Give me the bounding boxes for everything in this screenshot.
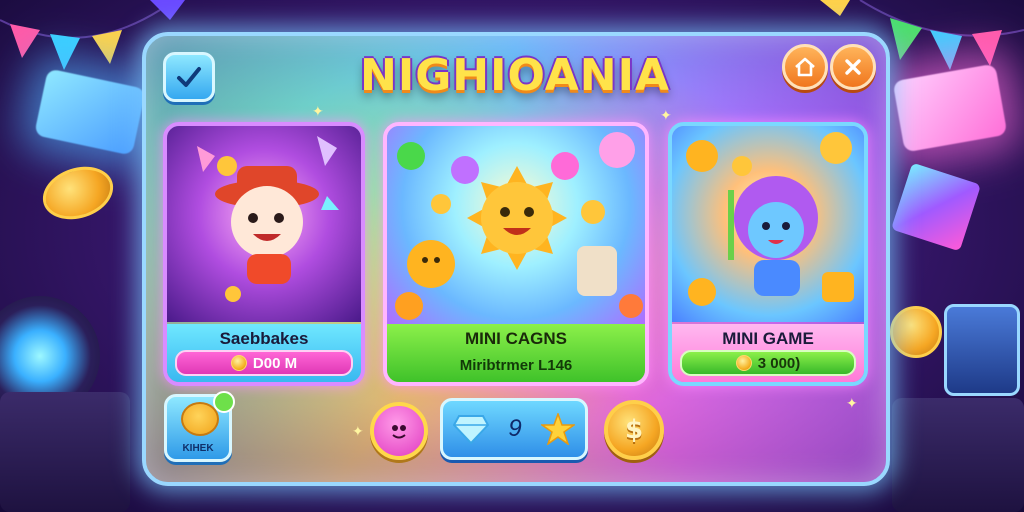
diamond-icon xyxy=(452,415,489,444)
notification-badge xyxy=(213,391,235,413)
bear-character-illustration xyxy=(686,132,854,306)
close-icon xyxy=(845,59,861,75)
card-title: MINI GAME xyxy=(722,329,814,348)
console-right xyxy=(892,398,1024,512)
game-card-1[interactable]: Saebbakes D00 M xyxy=(163,122,365,386)
card-label-area: Saebbakes D00 M xyxy=(167,324,361,382)
dollar-icon: $ xyxy=(624,415,644,445)
gem-decoration xyxy=(890,162,982,252)
console-left xyxy=(0,392,130,512)
card-artwork xyxy=(672,126,864,322)
home-icon xyxy=(795,57,815,77)
close-button[interactable] xyxy=(830,44,876,90)
profile-avatar-button[interactable]: KIHEK xyxy=(164,391,235,462)
card-artwork xyxy=(167,126,361,322)
checkmark-icon xyxy=(177,67,201,87)
card-title: Saebbakes xyxy=(219,329,309,348)
game-title: NIGHIOANIA xyxy=(360,50,671,101)
avatar-label: KIHEK xyxy=(182,443,214,454)
coin-shop-button[interactable]: $ xyxy=(604,400,664,460)
card-subtitle: Miribtrmer L146 xyxy=(459,357,573,374)
gem-count: 9 xyxy=(508,415,522,442)
card-label-area: MINI CAGNS Miribtrmer L146 xyxy=(387,324,645,382)
game-card-3[interactable]: MINI GAME 3 000) xyxy=(668,122,868,386)
coin-decoration xyxy=(890,306,942,358)
coin-icon xyxy=(735,355,752,371)
bubble-button[interactable] xyxy=(370,402,428,460)
confirm-button[interactable] xyxy=(163,52,215,102)
coin-icon xyxy=(230,355,247,371)
star-icon xyxy=(541,413,576,445)
card-artwork xyxy=(387,126,645,324)
gem-counter[interactable]: 9 xyxy=(440,398,588,460)
sparkle-icon: ✦ xyxy=(312,104,324,120)
card-price-value: D00 M xyxy=(252,354,298,372)
cowboy-character-illustration xyxy=(197,136,339,302)
sun-characters-illustration xyxy=(395,132,643,320)
arcade-machine xyxy=(944,304,1020,396)
coin-decoration xyxy=(36,158,120,228)
game-card-2[interactable]: MINI CAGNS Miribtrmer L146 xyxy=(383,122,649,386)
sparkle-icon: ✦ xyxy=(660,108,672,124)
home-button[interactable] xyxy=(782,44,828,90)
card-title: MINI CAGNS xyxy=(465,329,567,348)
card-price-value: 3 000) xyxy=(757,354,801,372)
sparkle-icon: ✦ xyxy=(352,424,364,440)
sparkle-icon: ✦ xyxy=(846,396,858,412)
bubble-face-icon xyxy=(392,425,406,439)
card-label-area: MINI GAME 3 000) xyxy=(672,324,864,382)
card-price-pill[interactable]: D00 M xyxy=(175,350,353,376)
card-price-pill[interactable]: 3 000) xyxy=(680,350,856,376)
